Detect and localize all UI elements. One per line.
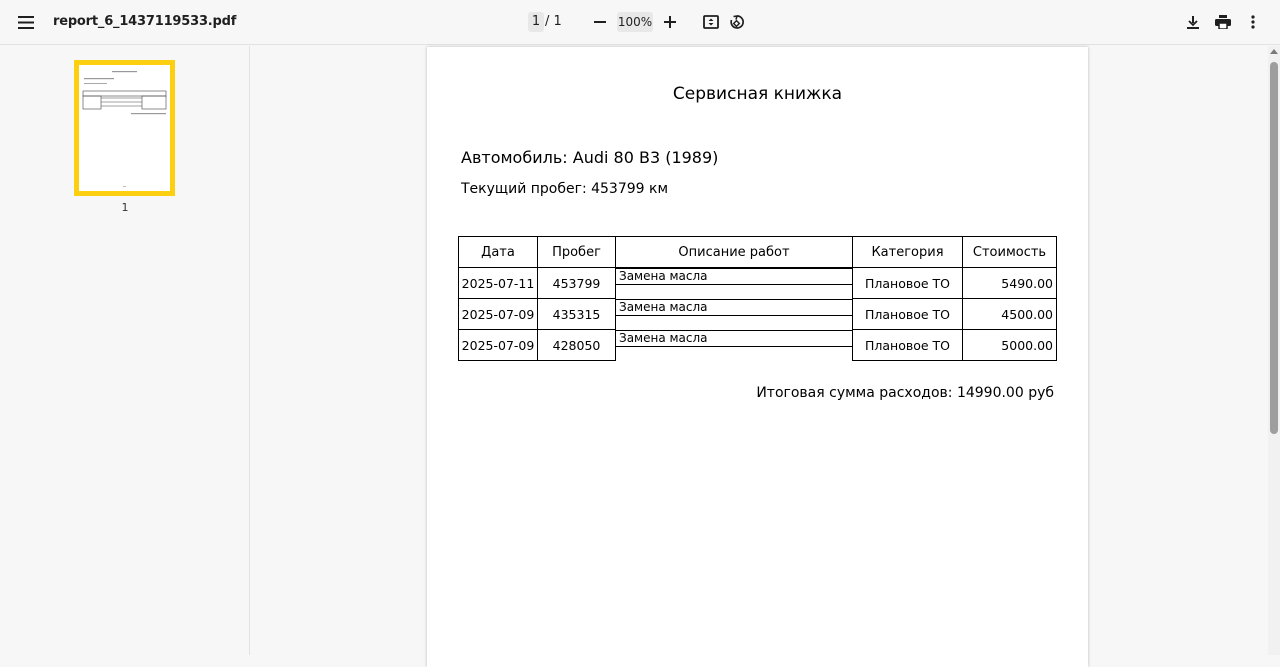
scrollbar-thumb[interactable]: [1270, 62, 1278, 434]
cell-cost: 4500.00: [962, 298, 1057, 330]
current-mileage: Текущий пробег: 453799 км: [461, 181, 669, 197]
table-row: 2025-07-09 428050 Замена масла Плановое …: [458, 329, 1057, 361]
page-number-input[interactable]: 1: [528, 12, 544, 32]
menu-icon[interactable]: [14, 11, 38, 33]
vertical-scrollbar[interactable]: [1268, 46, 1280, 655]
cell-mileage: 435315: [537, 298, 616, 330]
header-description: Описание работ: [615, 236, 853, 268]
service-table: Дата Пробег Описание работ Категория Сто…: [458, 236, 1057, 361]
cell-category: Плановое ТО: [852, 298, 963, 330]
cell-mileage: 428050: [537, 329, 616, 361]
cell-category: Плановое ТО: [852, 329, 963, 361]
zoom-out-icon[interactable]: [588, 10, 612, 34]
cell-description: Замена масла: [616, 268, 853, 299]
print-icon[interactable]: [1211, 10, 1235, 34]
description-text: Замена масла: [616, 298, 852, 316]
file-name: report_6_1437119533.pdf: [53, 14, 237, 29]
pdf-page: Сервисная книжка Автомобиль: Audi 80 B3 …: [427, 47, 1088, 667]
fit-page-icon[interactable]: [699, 10, 723, 34]
table-header-row: Дата Пробег Описание работ Категория Сто…: [458, 236, 1057, 268]
cell-category: Плановое ТО: [852, 267, 963, 299]
table-row: 2025-07-09 435315 Замена масла Плановое …: [458, 298, 1057, 330]
download-icon[interactable]: [1181, 10, 1205, 34]
thumbnail-page-number: 1: [121, 201, 129, 214]
cell-cost: 5490.00: [962, 267, 1057, 299]
header-category: Категория: [852, 236, 963, 268]
table-row: 2025-07-11 453799 Замена масла Плановое …: [458, 267, 1057, 299]
cell-description: Замена масла: [616, 329, 853, 361]
page-count: / 1: [545, 14, 562, 29]
zoom-level-input[interactable]: 100%: [617, 12, 653, 32]
thumbnail-preview: [82, 71, 167, 187]
zoom-in-icon[interactable]: [658, 10, 682, 34]
description-text: Замена масла: [616, 268, 852, 285]
cell-cost: 5000.00: [962, 329, 1057, 361]
scroll-up-arrow-icon[interactable]: [1270, 49, 1278, 54]
cell-description: Замена масла: [616, 298, 853, 330]
more-vert-icon[interactable]: [1241, 10, 1265, 34]
cell-date: 2025-07-11: [458, 267, 538, 299]
cell-date: 2025-07-09: [458, 298, 538, 330]
page-thumbnail[interactable]: [74, 60, 175, 196]
total-expenses: Итоговая сумма расходов: 14990.00 руб: [756, 385, 1054, 401]
car-info: Автомобиль: Audi 80 B3 (1989): [461, 148, 719, 167]
header-cost: Стоимость: [962, 236, 1057, 268]
document-viewer: Сервисная книжка Автомобиль: Audi 80 B3 …: [251, 46, 1268, 667]
cell-date: 2025-07-09: [458, 329, 538, 361]
description-text: Замена масла: [616, 329, 852, 347]
header-date: Дата: [458, 236, 538, 268]
rotate-icon[interactable]: [725, 10, 749, 34]
pdf-toolbar: report_6_1437119533.pdf 1 / 1 100%: [0, 0, 1280, 45]
document-title: Сервисная книжка: [672, 84, 843, 104]
cell-mileage: 453799: [537, 267, 616, 299]
thumbnail-sidebar: 1: [0, 46, 250, 655]
header-mileage: Пробег: [537, 236, 616, 268]
